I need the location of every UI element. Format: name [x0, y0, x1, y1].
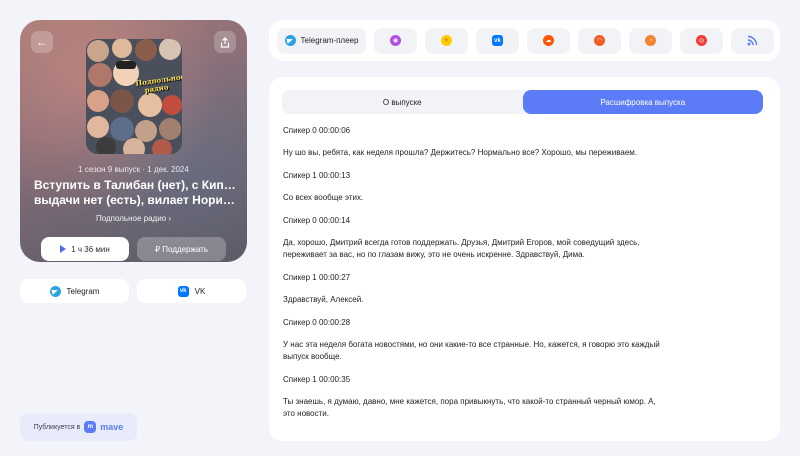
arrow-left-icon: ←: [36, 35, 48, 49]
share-button[interactable]: [214, 31, 236, 53]
pocket-casts-button[interactable]: ◎: [680, 27, 723, 54]
transcript: Спикер 0 00:00:06 Ну шо вы, ребята, как …: [283, 125, 663, 431]
transcript-entry: Спикер 1 00:00:27 Здравствуй, Алексей.: [283, 272, 663, 306]
transcript-speaker: Спикер 0 00:00:28: [283, 318, 351, 327]
mave-brand: mave: [100, 422, 124, 432]
podcast-addict-icon: ◔: [645, 35, 656, 46]
vk-icon: vk: [177, 285, 189, 297]
soundcloud-button[interactable]: ☁: [527, 27, 570, 54]
telegram-icon: [284, 35, 296, 46]
castbox-icon: ◠: [594, 35, 605, 46]
telegram-player-button[interactable]: Telegram-плеер: [277, 27, 366, 54]
episode-title: Вступить в Талибан (нет), с Кипра выдачи…: [34, 178, 237, 208]
transcript-entry: Спикер 1 00:00:35 Ты знаешь, я думаю, да…: [283, 374, 663, 420]
transcript-text: Ты знаешь, я думаю, давно, мне кажется, …: [283, 397, 656, 418]
rss-icon: [747, 35, 758, 46]
transcript-speaker: Спикер 1 00:00:35: [283, 375, 351, 384]
yandex-music-icon: ✳: [441, 35, 452, 46]
podcast-link[interactable]: Подпольное радио ›: [20, 214, 247, 223]
share-telegram-button[interactable]: Telegram: [20, 279, 129, 303]
platforms-bar: Telegram-плеер ◉ ✳ vk ☁ ◠ ◔ ◎: [269, 20, 780, 61]
play-icon: [60, 245, 67, 253]
play-duration: 1 ч 36 мин: [71, 244, 110, 254]
transcript-entry: Спикер 1 00:00:13 Со всех вообще этих.: [283, 170, 663, 204]
episode-meta: 1 сезон 9 выпуск · 1 дек. 2024: [78, 165, 189, 174]
share-telegram-label: Telegram: [66, 286, 100, 296]
episode-cover[interactable]: Подпольное радио: [86, 39, 182, 154]
mave-logo-icon: m: [84, 421, 97, 433]
podcast-addict-button[interactable]: ◔: [629, 27, 672, 54]
vk-podcasts-button[interactable]: vk: [476, 27, 519, 54]
apple-podcasts-icon: ◉: [390, 35, 401, 46]
play-button[interactable]: 1 ч 36 мин: [41, 237, 129, 261]
share-vk-label: VK: [194, 286, 206, 296]
pocket-casts-icon: ◎: [696, 35, 707, 46]
transcript-text: Со всех вообще этих.: [283, 193, 364, 202]
publisher-prefix: Публикуется в: [33, 423, 81, 431]
transcript-text: Да, хорошо, Дмитрий всегда готов поддерж…: [283, 238, 640, 259]
transcript-text: Здравствуй, Алексей.: [283, 295, 364, 304]
episode-title-line-1: Вступить в Талибан (нет), с Кипра: [34, 178, 237, 192]
support-button[interactable]: ₽ Поддержать: [137, 237, 226, 261]
cover-collage-image: [86, 39, 182, 154]
yandex-music-button[interactable]: ✳: [425, 27, 468, 54]
tab-about[interactable]: О выпуске: [282, 90, 523, 114]
share-icon: [220, 36, 230, 48]
published-on-mave-link[interactable]: Публикуется в m mave: [20, 413, 137, 441]
castbox-button[interactable]: ◠: [578, 27, 621, 54]
transcript-entry: Спикер 0 00:00:14 Да, хорошо, Дмитрий вс…: [283, 215, 663, 261]
transcript-text: Ну шо вы, ребята, как неделя прошла? Дер…: [283, 148, 638, 157]
telegram-player-label: Telegram-плеер: [300, 36, 359, 45]
transcript-speaker: Спикер 1 00:00:13: [283, 171, 351, 180]
rss-button[interactable]: [731, 27, 774, 54]
transcript-text: У нас эта неделя богата новостями, но он…: [283, 340, 660, 361]
soundcloud-icon: ☁: [543, 35, 554, 46]
apple-podcasts-button[interactable]: ◉: [374, 27, 417, 54]
episode-details-panel: О выпуске Расшифровка выпуска Спикер 0 0…: [269, 77, 780, 441]
episode-title-line-2: выдачи нет (есть), вилает Норильск…: [34, 193, 237, 207]
transcript-entry: Спикер 0 00:00:06 Ну шо вы, ребята, как …: [283, 125, 663, 159]
transcript-entry: Спикер 0 00:00:28 У нас эта неделя богат…: [283, 317, 663, 363]
share-row: Telegram vk VK: [20, 279, 246, 303]
transcript-speaker: Спикер 0 00:00:06: [283, 126, 351, 135]
vk-icon: vk: [492, 35, 503, 46]
transcript-speaker: Спикер 0 00:00:14: [283, 216, 351, 225]
tab-transcript[interactable]: Расшифровка выпуска: [522, 90, 763, 114]
share-vk-button[interactable]: vk VK: [137, 279, 246, 303]
episode-card: ← Подпольное радио 1 сезон 9 выпуск · 1 …: [20, 20, 247, 262]
back-button[interactable]: ←: [31, 31, 53, 53]
telegram-icon: [49, 285, 61, 297]
episode-tabs: О выпуске Расшифровка выпуска: [282, 90, 763, 114]
transcript-speaker: Спикер 1 00:00:27: [283, 273, 351, 282]
